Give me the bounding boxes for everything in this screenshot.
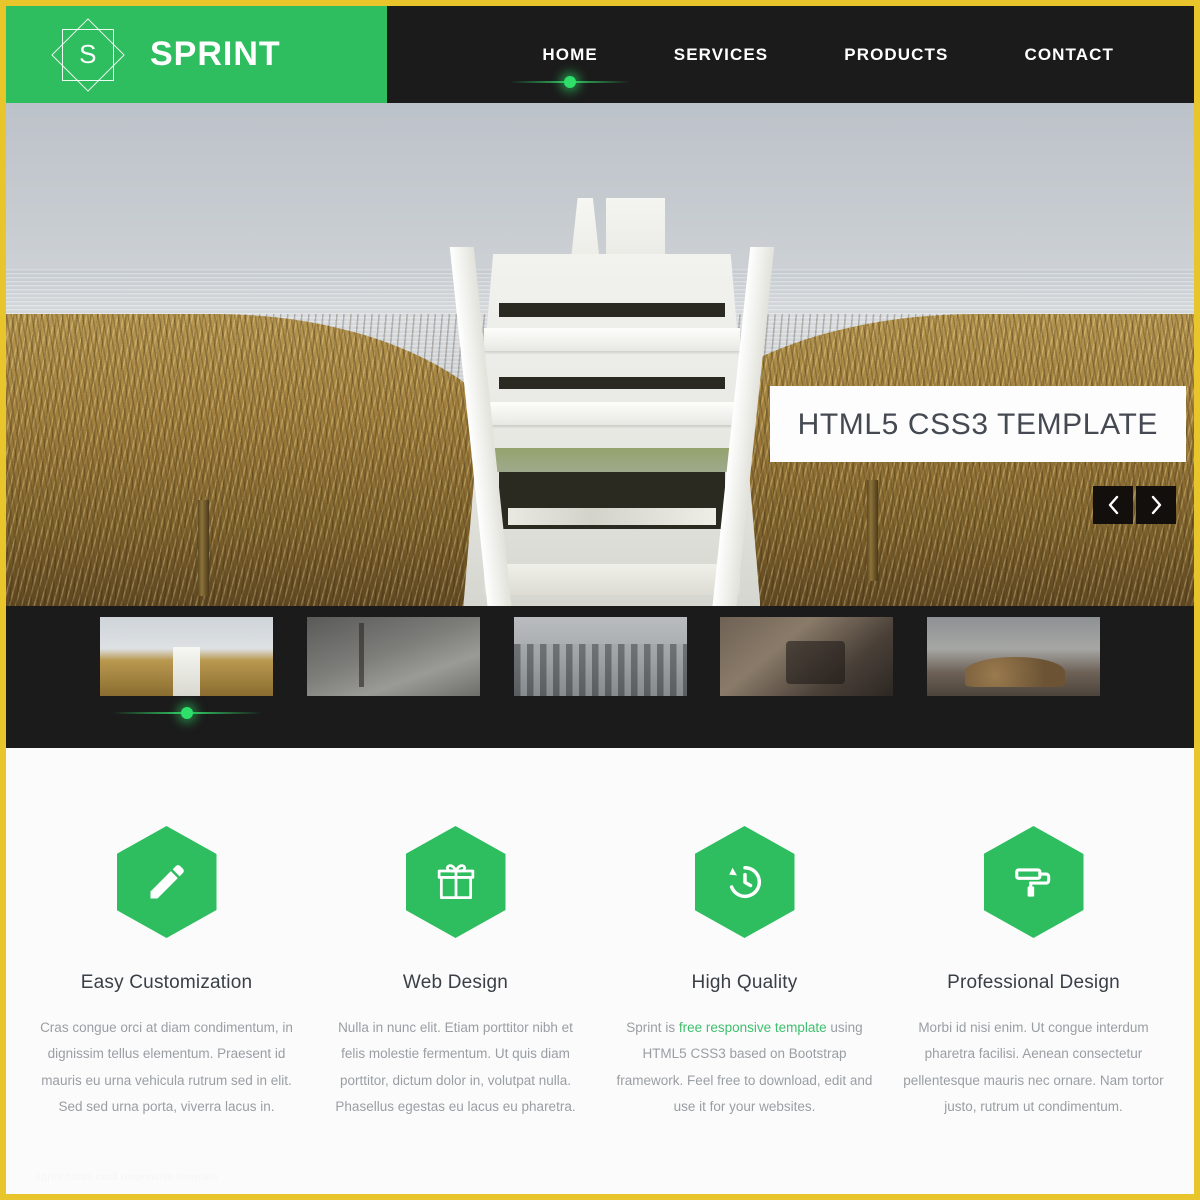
history-clock-icon — [728, 865, 761, 898]
nav-item-products-label: PRODUCTS — [844, 44, 949, 64]
feature-description: Morbi id nisi enim. Ut congue interdum p… — [903, 1020, 1164, 1114]
site-header: S SPRINT HOME SERVICES PRODUCTS CONTACT — [6, 6, 1194, 103]
nav-item-contact[interactable]: CONTACT — [986, 45, 1152, 65]
pencil-icon — [150, 865, 184, 899]
feature-card-web-design: Web Design Nulla in nunc elit. Etiam por… — [311, 826, 600, 1120]
nav-active-indicator — [510, 73, 631, 91]
feature-title: Web Design — [402, 972, 509, 993]
hero-slider-controls — [1093, 486, 1176, 524]
paint-roller-icon — [1014, 868, 1050, 897]
feature-description: Sprint is free responsive template using… — [614, 1015, 875, 1120]
feature-card-professional-design: Professional Design Morbi id nisi enim. … — [889, 826, 1178, 1120]
thumbnail-item-4[interactable] — [720, 617, 894, 696]
chevron-right-icon — [1151, 495, 1161, 515]
thumbnail-image-bicycle — [720, 617, 894, 696]
slider-thumbnail-strip — [6, 606, 1194, 748]
feature-icon-badge — [983, 826, 1084, 938]
feature-icon-badge — [694, 826, 795, 938]
hero-image — [6, 103, 1194, 606]
logo-letter: S — [79, 39, 97, 69]
nav-item-home[interactable]: HOME — [504, 44, 635, 88]
hero-fence-post — [198, 500, 210, 596]
page-frame: S SPRINT HOME SERVICES PRODUCTS CONTACT … — [6, 6, 1194, 1194]
nav-item-services[interactable]: SERVICES — [636, 45, 806, 65]
main-navigation: HOME SERVICES PRODUCTS CONTACT — [387, 6, 1194, 103]
hero-fence-post — [867, 480, 879, 581]
footer-watermark: sprint html5 css3 responsive template — [36, 1172, 219, 1184]
brand-name: SPRINT — [150, 35, 281, 73]
nav-item-contact-label: CONTACT — [1024, 44, 1114, 64]
nav-item-products[interactable]: PRODUCTS — [806, 45, 986, 65]
features-section: Easy Customization Cras congue orci at d… — [6, 748, 1194, 1121]
thumbnail-item-1[interactable] — [100, 617, 273, 719]
nav-item-home-label: HOME — [542, 44, 598, 64]
free-responsive-template-link[interactable]: free responsive template — [679, 1020, 827, 1035]
hero-beach-stairway — [450, 197, 774, 606]
feature-description: Cras congue orci at diam condimentum, in… — [40, 1020, 293, 1114]
thumbnail-active-indicator — [111, 705, 262, 721]
feature-title: High Quality — [691, 972, 798, 993]
hero-caption: HTML5 CSS3 TEMPLATE — [769, 386, 1186, 462]
feature-card-high-quality: High Quality Sprint is free responsive t… — [600, 826, 889, 1120]
logo-star-icon: S — [48, 15, 128, 95]
feature-icon-badge — [405, 826, 506, 938]
feature-title: Easy Customization — [80, 972, 253, 993]
feature-title: Professional Design — [947, 972, 1120, 993]
prev-slide-button[interactable] — [1093, 486, 1133, 524]
feature-icon-badge — [116, 826, 217, 938]
feature-description: Nulla in nunc elit. Etiam porttitor nibh… — [335, 1020, 576, 1114]
thumbnail-image-beach — [100, 617, 273, 696]
thumbnail-item-2[interactable] — [306, 617, 480, 696]
hero-dune-left — [6, 314, 529, 606]
chevron-left-icon — [1108, 495, 1118, 515]
next-slide-button[interactable] — [1136, 486, 1176, 524]
gift-icon — [437, 864, 474, 899]
thumbnail-item-5[interactable] — [927, 617, 1100, 696]
thumbnail-image-forest — [306, 617, 480, 696]
feature-card-easy-customization: Easy Customization Cras congue orci at d… — [22, 826, 311, 1120]
thumbnail-image-city — [513, 617, 687, 696]
thumbnail-item-3[interactable] — [513, 617, 687, 696]
nav-item-services-label: SERVICES — [673, 44, 769, 64]
feature-text-before: Sprint is — [626, 1020, 679, 1035]
hero-slider: HTML5 CSS3 TEMPLATE — [6, 103, 1194, 606]
brand-logo[interactable]: S SPRINT — [6, 6, 387, 103]
thumbnail-image-logs — [927, 617, 1100, 696]
hero-caption-text: HTML5 CSS3 TEMPLATE — [797, 408, 1158, 441]
